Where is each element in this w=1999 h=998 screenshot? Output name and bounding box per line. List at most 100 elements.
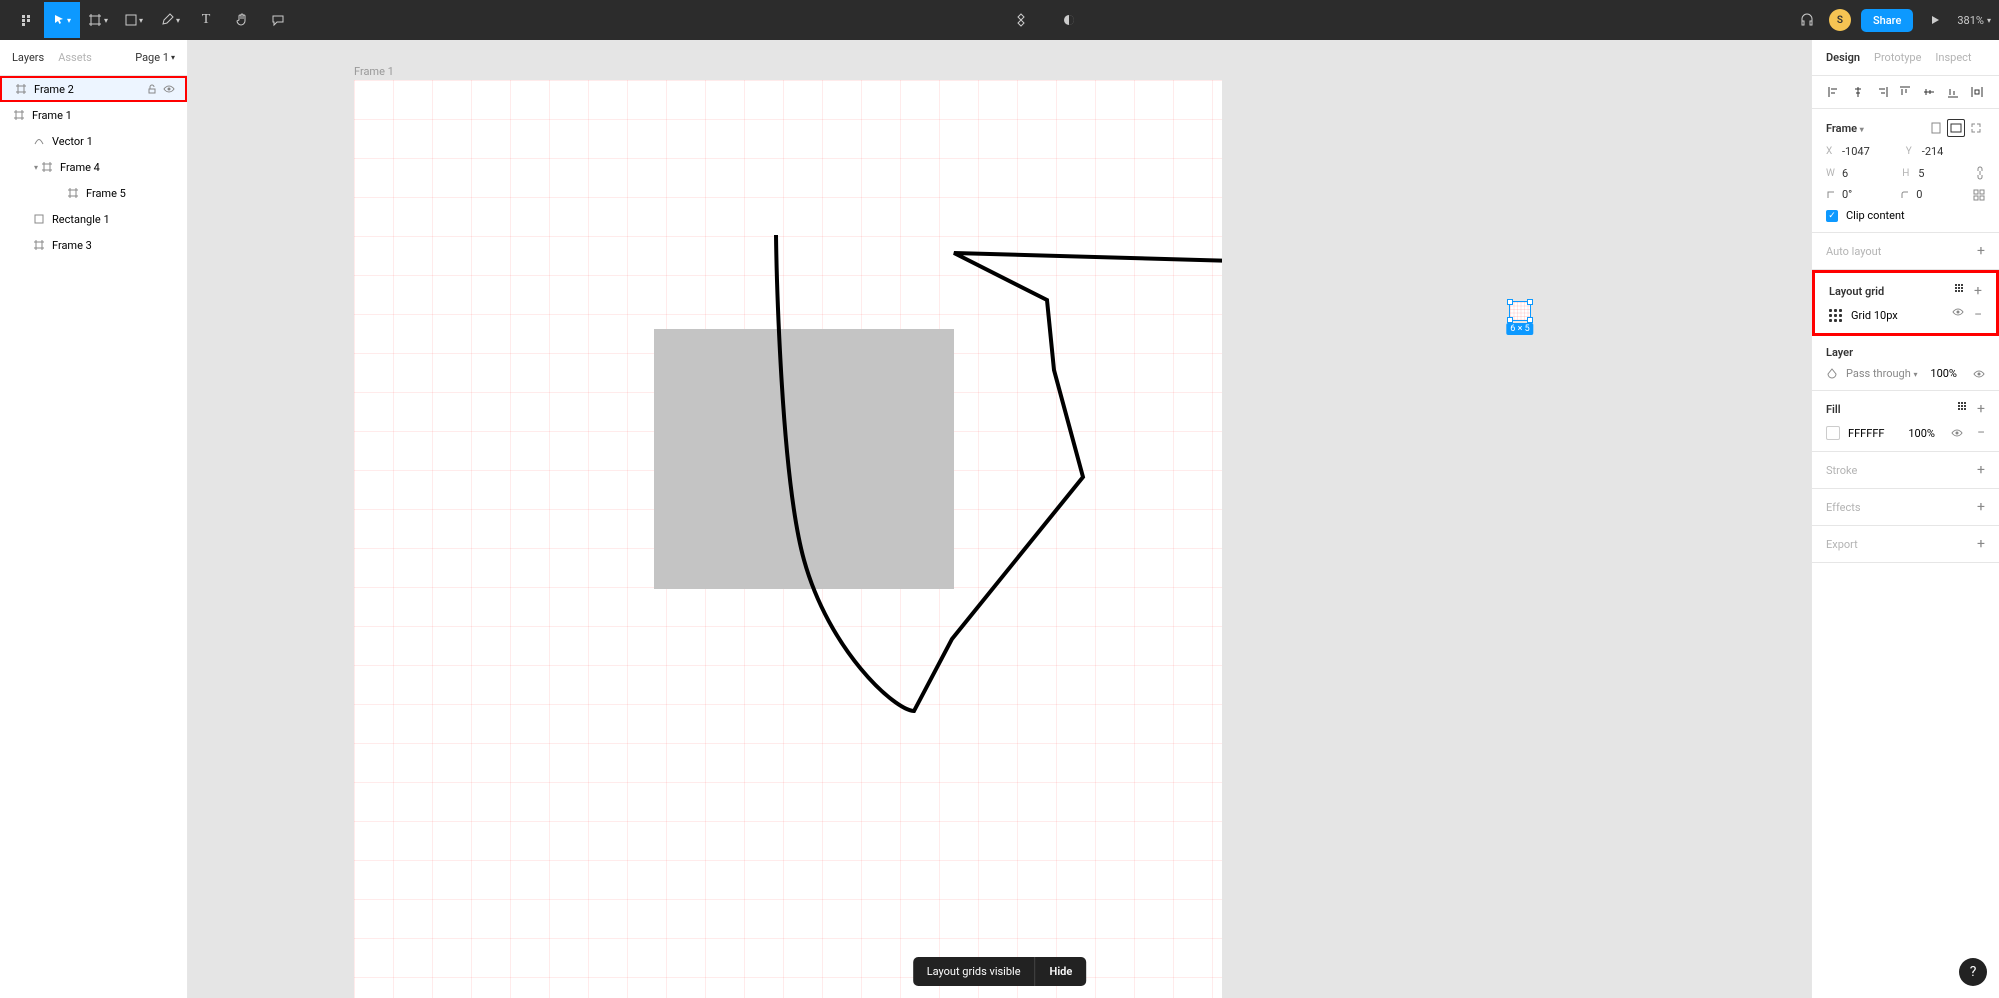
corner-value[interactable]: 0 [1916, 188, 1922, 201]
landscape-mode[interactable] [1947, 119, 1965, 137]
frame-icon [14, 110, 26, 120]
layer-frame-3[interactable]: Frame 3 [0, 232, 187, 258]
frame-icon [34, 240, 46, 250]
toast-hide-button[interactable]: Hide [1035, 957, 1087, 986]
layout-grid-item[interactable]: Grid 10px − [1829, 307, 1982, 323]
blend-mode[interactable]: Pass through ▾ [1846, 367, 1918, 380]
layer-visibility-icon[interactable] [1973, 369, 1985, 379]
fill-hex[interactable]: FFFFFF [1848, 427, 1884, 440]
constrain-proportions[interactable] [1975, 166, 1985, 180]
export-section: Export + [1812, 526, 1999, 563]
grid-visibility-icon[interactable] [1952, 307, 1964, 323]
toolbar-right-group: S Share 381% ▾ [1795, 2, 1991, 38]
add-export[interactable]: + [1977, 536, 1985, 552]
chevron-down-icon: ▾ [1860, 125, 1864, 134]
fill-swatch[interactable] [1826, 426, 1840, 440]
frame-1[interactable] [354, 80, 1222, 998]
lock-icon[interactable] [147, 84, 157, 94]
rotation-value[interactable]: 0° [1842, 188, 1852, 201]
main-toolbar: ▾ ▾ ▾ ▾ T [0, 0, 1999, 40]
shape-tool[interactable]: ▾ [116, 2, 152, 38]
move-tool[interactable]: ▾ [44, 2, 80, 38]
layer-opacity[interactable]: 100% [1930, 367, 1957, 380]
page-selector[interactable]: Page 1 ▾ [135, 51, 175, 64]
rectangle-1-shape[interactable] [654, 329, 954, 589]
layer-frame-4[interactable]: ▾ Frame 4 [0, 154, 187, 180]
comment-tool[interactable] [260, 2, 296, 38]
auto-layout-title: Auto layout [1826, 245, 1881, 258]
chevron-down-icon[interactable]: ▾ [34, 163, 38, 172]
add-stroke[interactable]: + [1977, 462, 1985, 478]
y-value[interactable]: -214 [1922, 145, 1944, 158]
fill-opacity[interactable]: 100% [1908, 427, 1935, 440]
align-hcenter[interactable] [1850, 84, 1866, 100]
align-bottom[interactable] [1945, 84, 1961, 100]
prototype-tab[interactable]: Prototype [1874, 51, 1921, 64]
inspect-tab[interactable]: Inspect [1935, 51, 1971, 64]
chevron-down-icon: ▾ [67, 16, 71, 25]
add-layout-grid[interactable]: + [1974, 283, 1982, 299]
layout-grid-styles[interactable] [1954, 283, 1964, 299]
pen-icon [160, 13, 174, 27]
align-left[interactable] [1826, 84, 1842, 100]
layer-rectangle-1[interactable]: Rectangle 1 [0, 206, 187, 232]
h-label: H [1902, 168, 1912, 179]
add-effect[interactable]: + [1977, 499, 1985, 515]
mask-button[interactable] [1051, 2, 1087, 38]
headset-button[interactable] [1795, 2, 1819, 38]
frame-title[interactable]: Frame ▾ [1826, 122, 1864, 135]
align-top[interactable] [1897, 84, 1913, 100]
canvas[interactable]: Frame 1 6 × 5 [188, 40, 1811, 998]
present-button[interactable] [1923, 2, 1947, 38]
layers-tab[interactable]: Layers [12, 51, 44, 64]
layers-list: Frame 2 Frame 1 Vector 1 ▾ [0, 76, 187, 258]
x-value[interactable]: -1047 [1842, 145, 1870, 158]
clip-content-checkbox[interactable]: ✓ [1826, 210, 1838, 222]
layer-frame-1[interactable]: Frame 1 [0, 102, 187, 128]
help-button[interactable]: ? [1959, 958, 1987, 986]
menu-button[interactable] [8, 2, 44, 38]
w-value[interactable]: 6 [1842, 167, 1848, 180]
fill-visibility-icon[interactable] [1951, 428, 1963, 438]
align-distribute[interactable] [1969, 84, 1985, 100]
layer-actions [147, 84, 185, 94]
frame-tool[interactable]: ▾ [80, 2, 116, 38]
add-fill[interactable]: + [1977, 401, 1985, 417]
component-button[interactable] [1003, 2, 1039, 38]
resize-handle-tl[interactable] [1507, 299, 1513, 305]
layer-frame-2[interactable]: Frame 2 [0, 76, 187, 102]
layer-label: Frame 5 [86, 187, 126, 200]
toolbar-center-group [1003, 2, 1087, 38]
independent-corners[interactable] [1973, 189, 1985, 201]
align-vcenter[interactable] [1921, 84, 1937, 100]
frame-2-selected[interactable]: 6 × 5 [1509, 301, 1531, 321]
right-panel-tabs: Design Prototype Inspect [1812, 40, 1999, 76]
h-value[interactable]: 5 [1918, 167, 1924, 180]
share-button[interactable]: Share [1861, 9, 1913, 32]
layer-frame-5[interactable]: Frame 5 [0, 180, 187, 206]
text-tool[interactable]: T [188, 2, 224, 38]
page-name: Page 1 [135, 51, 169, 64]
portrait-mode[interactable] [1927, 119, 1945, 137]
user-avatar[interactable]: S [1829, 9, 1851, 31]
remove-fill[interactable]: − [1977, 425, 1985, 441]
align-right[interactable] [1874, 84, 1890, 100]
design-tab[interactable]: Design [1826, 51, 1860, 64]
w-label: W [1826, 168, 1836, 179]
add-auto-layout[interactable]: + [1977, 243, 1985, 259]
layer-label: Vector 1 [52, 135, 93, 148]
frame-1-label[interactable]: Frame 1 [354, 65, 394, 78]
pen-tool[interactable]: ▾ [152, 2, 188, 38]
resize-fit[interactable] [1967, 119, 1985, 137]
frame-icon [88, 13, 102, 27]
visibility-icon[interactable] [163, 84, 175, 94]
remove-grid[interactable]: − [1974, 307, 1982, 323]
alignment-controls [1812, 76, 1999, 109]
frame-icon [42, 162, 54, 172]
fill-styles[interactable] [1957, 401, 1967, 417]
zoom-control[interactable]: 381% ▾ [1957, 14, 1991, 27]
resize-handle-tr[interactable] [1527, 299, 1533, 305]
hand-tool[interactable] [224, 2, 260, 38]
layer-vector-1[interactable]: Vector 1 [0, 128, 187, 154]
assets-tab[interactable]: Assets [58, 51, 92, 64]
